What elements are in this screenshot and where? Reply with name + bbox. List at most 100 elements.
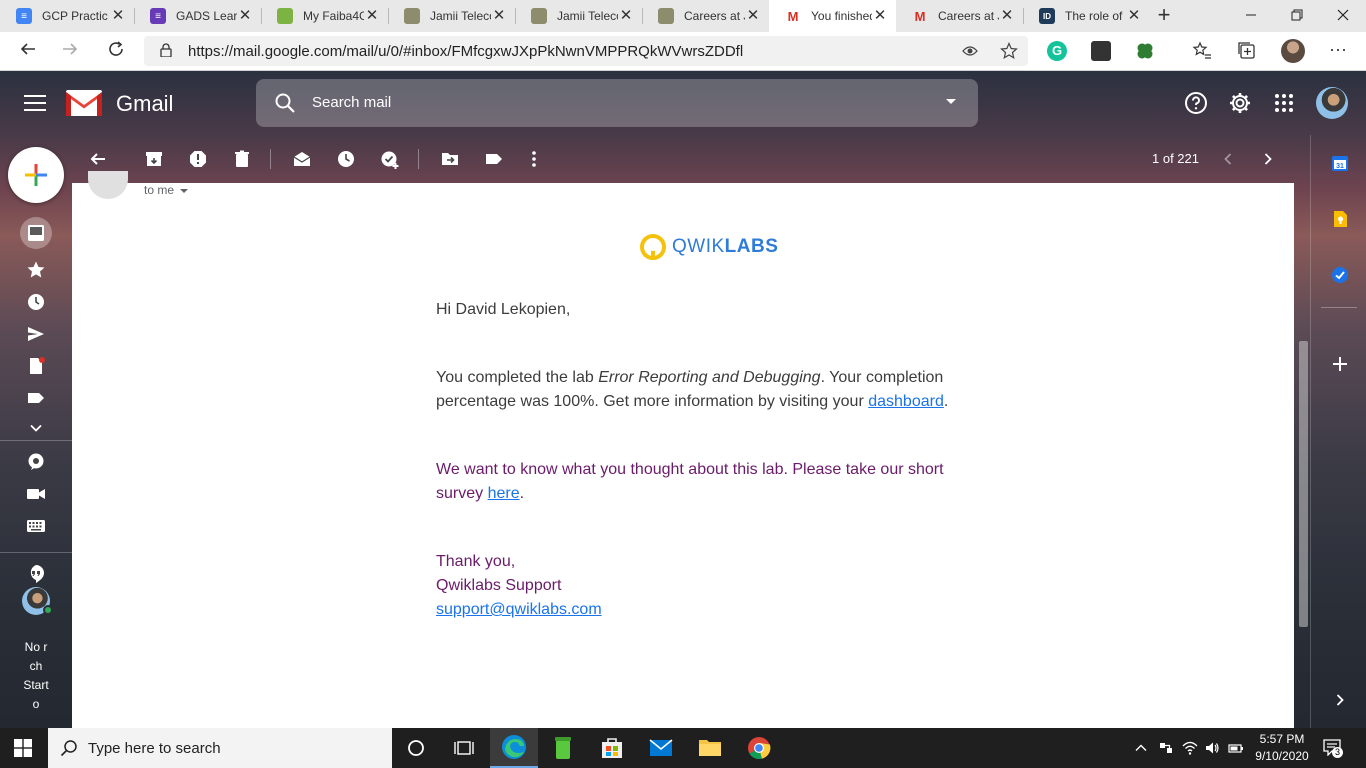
task-view-button[interactable] [440, 728, 488, 768]
show-hidden-icons-chevron-icon[interactable] [1133, 740, 1149, 756]
browser-tab[interactable]: ≡ GCP Practic ✕ [0, 0, 134, 32]
account-avatar[interactable] [1316, 87, 1348, 119]
file-explorer-taskbar-app[interactable] [686, 728, 734, 768]
older-chevron-right-icon[interactable] [1258, 149, 1278, 169]
taskbar-search-box[interactable]: Type here to search [48, 728, 392, 768]
favorite-star-icon[interactable] [1000, 42, 1018, 60]
expand-more-chevron-icon[interactable] [26, 418, 46, 438]
tracking-prevention-icon[interactable] [962, 44, 978, 58]
back-to-inbox-icon[interactable] [88, 149, 108, 169]
cortana-button[interactable] [392, 728, 440, 768]
add-to-tasks-icon[interactable] [380, 149, 400, 169]
browser-tab[interactable]: ≡ GADS Learr ✕ [134, 0, 261, 32]
sent-icon[interactable] [26, 324, 46, 344]
dashboard-link[interactable]: dashboard [868, 393, 944, 410]
taskbar-search-input[interactable]: Type here to search [88, 740, 221, 757]
report-spam-icon[interactable] [188, 149, 208, 169]
close-tab-icon[interactable]: ✕ [110, 8, 126, 24]
hangouts-start-link[interactable]: Start [0, 676, 72, 695]
close-tab-icon[interactable]: ✕ [364, 8, 380, 24]
snooze-clock-icon[interactable] [336, 149, 356, 169]
browser-tab[interactable]: My Faiba4G ✕ [261, 0, 388, 32]
tasks-icon[interactable] [1331, 266, 1349, 284]
get-addons-plus-icon[interactable] [1331, 355, 1349, 373]
volume-icon[interactable] [1204, 740, 1220, 756]
search-options-icon[interactable] [946, 99, 956, 104]
settings-more-icon[interactable]: ··· [1328, 40, 1348, 61]
search-mail-bar[interactable]: Search mail [256, 79, 978, 127]
search-input[interactable]: Search mail [312, 94, 391, 111]
google-apps-icon[interactable] [1272, 91, 1296, 115]
windows-start-icon[interactable] [14, 739, 32, 757]
url-field[interactable]: https://mail.google.com/mail/u/0/#inbox/… [144, 36, 1028, 66]
minimize-button[interactable] [1228, 0, 1274, 32]
support-email-link[interactable]: support@qwiklabs.com [436, 601, 602, 618]
main-menu-icon[interactable] [24, 95, 46, 111]
search-icon[interactable] [274, 92, 296, 114]
keep-icon[interactable] [1331, 210, 1349, 228]
profile-avatar[interactable] [1281, 39, 1305, 63]
move-to-icon[interactable] [440, 149, 460, 169]
back-button[interactable] [14, 38, 42, 66]
drafts-icon[interactable] [26, 356, 46, 376]
archive-icon[interactable] [144, 149, 164, 169]
favorites-icon[interactable] [1192, 41, 1212, 61]
app-name[interactable]: Gmail [116, 91, 173, 117]
settings-gear-icon[interactable] [1228, 91, 1252, 115]
close-tab-icon[interactable]: ✕ [618, 8, 634, 24]
close-tab-icon[interactable]: ✕ [491, 8, 507, 24]
label-icon[interactable] [484, 149, 504, 169]
keyboard-icon[interactable] [26, 516, 46, 536]
new-tab-button[interactable]: + [1152, 4, 1176, 28]
close-tab-icon[interactable]: ✕ [872, 8, 888, 24]
store-taskbar-app[interactable] [588, 728, 636, 768]
snoozed-clock-icon[interactable] [26, 292, 46, 312]
hangouts-icon[interactable] [26, 564, 46, 584]
chrome-taskbar-app[interactable] [735, 728, 783, 768]
wifi-icon[interactable] [1182, 740, 1198, 756]
show-side-panel-chevron-icon[interactable] [1331, 691, 1349, 709]
inbox-nav-item[interactable] [20, 217, 52, 249]
collections-icon[interactable] [1237, 41, 1257, 61]
close-tab-icon[interactable]: ✕ [745, 8, 761, 24]
calendar-icon[interactable]: 31 [1331, 154, 1349, 172]
browser-tab[interactable]: Careers at J ✕ [642, 0, 769, 32]
system-clock[interactable]: 5:57 PM 9/10/2020 [1252, 731, 1312, 765]
close-window-button[interactable] [1320, 0, 1366, 32]
compose-button[interactable] [8, 147, 64, 203]
browser-tab[interactable]: ID The role of ✕ [1023, 0, 1150, 32]
mark-unread-icon[interactable] [292, 149, 312, 169]
forward-button[interactable] [56, 38, 84, 66]
browser-tab[interactable]: Jamii Teleco ✕ [515, 0, 642, 32]
close-tab-icon[interactable]: ✕ [237, 8, 253, 24]
mail-taskbar-app[interactable] [637, 728, 685, 768]
more-options-icon[interactable] [524, 149, 544, 169]
close-tab-icon[interactable]: ✕ [999, 8, 1015, 24]
browser-tab-active[interactable]: M You finished ✕ [769, 0, 896, 32]
browser-tab[interactable]: Jamii Teleco ✕ [388, 0, 515, 32]
video-camera-icon[interactable] [26, 484, 46, 504]
recipient-details[interactable]: to me [144, 183, 189, 197]
help-icon[interactable] [1184, 91, 1208, 115]
refresh-button[interactable] [102, 38, 130, 66]
battery-icon[interactable] [1228, 740, 1244, 756]
message-scrollbar[interactable] [1299, 341, 1308, 627]
clover-extension-icon[interactable] [1135, 41, 1155, 61]
survey-link[interactable]: here [488, 485, 520, 502]
label-nav-icon[interactable] [26, 388, 46, 408]
close-tab-icon[interactable]: ✕ [1126, 8, 1142, 24]
meet-icon[interactable] [26, 452, 46, 472]
starred-icon[interactable] [26, 260, 46, 280]
ubuntu-taskbar-app[interactable] [539, 728, 587, 768]
restore-button[interactable] [1274, 0, 1320, 32]
grammarly-icon[interactable]: G [1047, 41, 1067, 61]
action-center-button[interactable]: 3 [1322, 738, 1344, 758]
edge-taskbar-app[interactable] [490, 728, 538, 768]
delete-icon[interactable] [232, 149, 252, 169]
browser-tab[interactable]: M Careers at J ✕ [896, 0, 1023, 32]
network-sync-icon[interactable] [1158, 740, 1174, 756]
gmail-logo-icon[interactable] [66, 90, 102, 116]
extension-icon[interactable] [1091, 41, 1111, 61]
newer-chevron-left-icon[interactable] [1218, 149, 1238, 169]
show-details-caret-icon[interactable] [180, 188, 189, 193]
